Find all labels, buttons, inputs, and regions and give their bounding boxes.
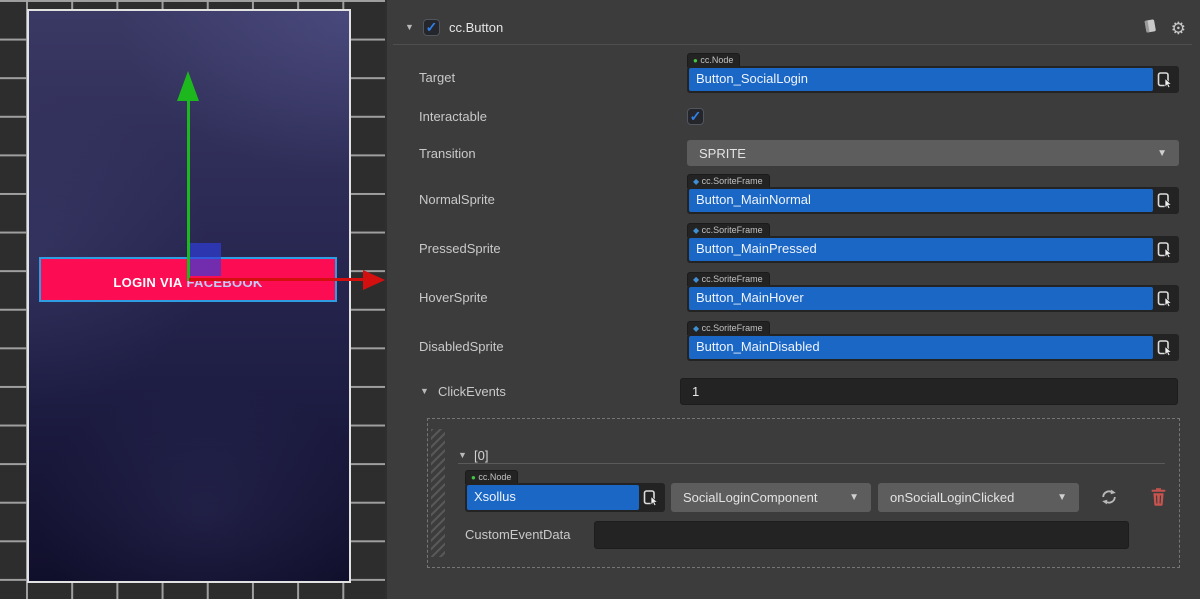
gizmo-x-axis-line[interactable] (189, 278, 363, 281)
hoversprite-value[interactable]: Button_MainHover (689, 287, 1153, 310)
target-label: Target (419, 70, 455, 86)
disabledsprite-type-tag: ◆ cc.SoriteFrame (687, 321, 770, 335)
design-canvas: LOGIN VIA FACEBOOK (27, 9, 351, 583)
transition-dropdown[interactable]: SPRITE▼ (687, 140, 1179, 166)
pressedsprite-type-tag: ◆ cc.SoriteFrame (687, 223, 770, 237)
event-node-type-tag: ● cc.Node (465, 470, 518, 484)
help-doc-icon[interactable] (1141, 17, 1159, 40)
target-type-tag: ● cc.Node (687, 53, 740, 67)
hoversprite-picker-icon[interactable] (1153, 287, 1177, 310)
event-0-collapse-icon[interactable]: ▼ (458, 450, 467, 460)
clickevents-count-input[interactable]: 1 (680, 378, 1178, 405)
spriteframe-type-icon: ◆ (693, 177, 699, 186)
scene-view[interactable]: LOGIN VIA FACEBOOK (0, 0, 385, 599)
component-title: cc.Button (449, 20, 503, 36)
hoversprite-type-tag: ◆ cc.SoriteFrame (687, 272, 770, 286)
event-node-value[interactable]: Xsollus (467, 485, 639, 510)
customeventdata-input[interactable] (594, 521, 1129, 549)
chevron-down-icon: ▼ (1049, 492, 1067, 503)
hoversprite-label: HoverSprite (419, 290, 488, 306)
disabledsprite-label: DisabledSprite (419, 339, 504, 355)
app-window: LOGIN VIA FACEBOOK ▼ ✓ cc.Button ⚙ Targe… (0, 0, 1200, 599)
disabledsprite-picker-icon[interactable] (1153, 336, 1177, 359)
node-type-icon: ● (693, 56, 698, 65)
target-node-field[interactable]: Button_SocialLogin (687, 66, 1179, 93)
pressedsprite-picker-icon[interactable] (1153, 238, 1177, 261)
clickevents-collapse-icon[interactable]: ▼ (420, 386, 429, 396)
disabledsprite-field[interactable]: Button_MainDisabled (687, 334, 1179, 361)
component-enabled-checkbox[interactable]: ✓ (423, 19, 440, 36)
hoversprite-field[interactable]: Button_MainHover (687, 285, 1179, 312)
spriteframe-type-icon: ◆ (693, 275, 699, 284)
pressedsprite-label: PressedSprite (419, 241, 501, 257)
clickevents-array-container: ▼ [0] ● cc.Node Xsollus SocialLoginCompo… (427, 418, 1180, 568)
target-node-value[interactable]: Button_SocialLogin (689, 68, 1153, 91)
normalsprite-label: NormalSprite (419, 192, 495, 208)
gizmo-y-axis-arrow-icon[interactable] (177, 71, 199, 101)
chevron-down-icon: ▼ (841, 492, 859, 503)
event-handler-dropdown[interactable]: onSocialLoginClicked▼ (878, 483, 1079, 512)
normalsprite-type-tag: ◆ cc.SoriteFrame (687, 174, 770, 188)
disabledsprite-value[interactable]: Button_MainDisabled (689, 336, 1153, 359)
chevron-down-icon: ▼ (1149, 148, 1167, 159)
pressedsprite-value[interactable]: Button_MainPressed (689, 238, 1153, 261)
event-node-field[interactable]: Xsollus (465, 483, 665, 512)
gizmo-xy-plane-handle[interactable] (190, 243, 221, 276)
normalsprite-picker-icon[interactable] (1153, 189, 1177, 212)
event-component-dropdown[interactable]: SocialLoginComponent▼ (671, 483, 871, 512)
clickevents-label: ClickEvents (438, 384, 506, 400)
normalsprite-field[interactable]: Button_MainNormal (687, 187, 1179, 214)
array-drag-handle[interactable] (431, 429, 445, 557)
event-0-divider (458, 463, 1165, 464)
header-divider (393, 44, 1192, 45)
node-type-icon: ● (471, 473, 476, 482)
event-node-picker-icon[interactable] (639, 485, 663, 510)
event-delete-trash-icon[interactable] (1148, 484, 1168, 508)
gizmo-y-axis-line[interactable] (187, 101, 190, 281)
transition-label: Transition (419, 146, 476, 162)
gizmo-x-axis-arrow-icon[interactable] (363, 270, 385, 290)
spriteframe-type-icon: ◆ (693, 324, 699, 333)
gear-icon[interactable]: ⚙ (1171, 20, 1186, 38)
customeventdata-label: CustomEventData (465, 527, 571, 543)
pressedsprite-field[interactable]: Button_MainPressed (687, 236, 1179, 263)
spriteframe-type-icon: ◆ (693, 226, 699, 235)
interactable-checkbox[interactable]: ✓ (687, 108, 704, 125)
event-refresh-button[interactable] (1098, 486, 1120, 508)
event-0-index-label: [0] (474, 448, 488, 464)
interactable-label: Interactable (419, 109, 487, 125)
component-collapse-icon[interactable]: ▼ (405, 22, 414, 32)
target-node-picker-icon[interactable] (1153, 68, 1177, 91)
normalsprite-value[interactable]: Button_MainNormal (689, 189, 1153, 212)
inspector-panel: ▼ ✓ cc.Button ⚙ Target ● cc.Node Button_… (385, 0, 1200, 599)
